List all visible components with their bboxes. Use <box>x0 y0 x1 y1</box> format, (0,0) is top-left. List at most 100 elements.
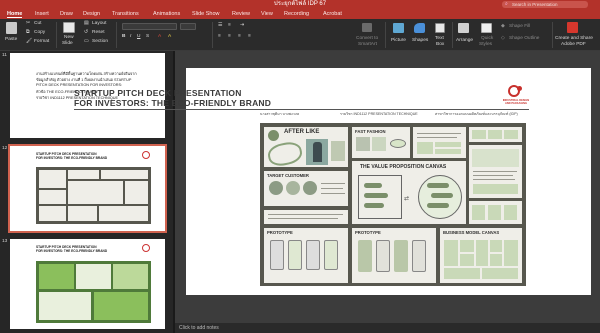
tab-draw[interactable]: Draw <box>60 9 73 19</box>
ribbon-divider <box>452 22 453 48</box>
highlight-icon[interactable]: A <box>168 34 171 40</box>
tab-animations[interactable]: Animations <box>153 9 180 19</box>
search-icon: ⌕ <box>505 1 508 7</box>
textbox-icon[interactable] <box>435 23 445 33</box>
font-size-select[interactable] <box>180 23 196 30</box>
section-button[interactable]: Section <box>92 39 108 45</box>
after-like-panel: AFTER LIKE <box>264 127 348 169</box>
underline-icon[interactable]: U <box>137 34 140 40</box>
fast-fashion-panel: FAST FASHION <box>352 127 410 158</box>
value-prop-label: THE VALUE PROPOSITION CANVAS <box>360 164 447 170</box>
shape-fill-icon[interactable]: ◆ <box>501 24 505 30</box>
justify-icon[interactable]: ≡ <box>248 34 251 40</box>
shape-outline-icon[interactable]: ◇ <box>501 36 505 42</box>
search-input[interactable]: ⌕ Search in Presentation <box>502 1 588 8</box>
slide-thumbnail-13[interactable]: STARTUP PITCH DECK PRESENTATION FOR INVE… <box>10 239 165 329</box>
paste-button[interactable]: Paste <box>5 37 17 43</box>
section-icon[interactable]: ▭ <box>84 39 89 45</box>
ribbon-divider <box>385 22 386 48</box>
copy-button[interactable]: Copy <box>34 30 45 36</box>
align-right-icon[interactable]: ≡ <box>238 34 241 40</box>
pitch-deck-poster-image[interactable]: AFTER LIKE FAST FASHION TARGET CUSTOMER … <box>260 123 526 286</box>
slide-course[interactable]: รายวิชา IND1112 PRESENTATION TECHNIQUE <box>340 111 418 117</box>
format-painter-button[interactable]: Format <box>34 39 49 45</box>
shape-fill-button[interactable]: Shape Fill <box>509 24 530 30</box>
idp-logo-icon <box>142 151 150 159</box>
search-placeholder: Search in Presentation <box>512 2 558 7</box>
quick-styles-label-2[interactable]: Styles <box>479 42 492 48</box>
cut-button[interactable]: Cut <box>34 21 41 27</box>
slide-panel <box>469 201 522 224</box>
layout-button[interactable]: Layout <box>92 21 106 27</box>
tab-review[interactable]: Review <box>232 9 250 19</box>
paste-icon[interactable] <box>6 22 17 34</box>
tab-slide-show[interactable]: Slide Show <box>192 9 220 19</box>
align-left-icon[interactable]: ≡ <box>218 34 221 40</box>
arrange-icon[interactable] <box>458 23 469 33</box>
cut-icon[interactable]: ✂ <box>26 21 30 27</box>
prototype-panel: PROTOTYPE <box>352 228 436 283</box>
convert-label-2[interactable]: SmartArt <box>358 42 377 48</box>
convert-smartart-icon[interactable] <box>362 23 372 32</box>
slide-panel <box>264 210 348 224</box>
tab-acrobat[interactable]: Acrobat <box>323 9 342 19</box>
new-slide-label-2[interactable]: Slide <box>62 41 73 47</box>
shape-outline-button[interactable]: Shape Outline <box>509 36 539 42</box>
prototype-label: PROTOTYPE <box>355 230 381 235</box>
ribbon-divider <box>552 22 553 48</box>
picture-button[interactable]: Picture <box>391 38 406 44</box>
slide-panel <box>469 127 522 142</box>
prototype-panel: PROTOTYPE <box>264 228 348 283</box>
adobe-pdf-icon[interactable] <box>567 22 578 33</box>
indent-icon[interactable]: ⇥ <box>240 23 244 29</box>
format-painter-icon[interactable]: 🖌 <box>26 39 32 45</box>
slide-title-line-2[interactable]: FOR INVESTORS: THE ECO-FRIENDLY BRAND <box>74 98 271 108</box>
target-customer-panel: TARGET CUSTOMER <box>264 171 348 206</box>
shapes-icon[interactable] <box>414 23 425 33</box>
layout-icon[interactable]: ▤ <box>84 21 89 27</box>
brand-mark-icon <box>268 130 279 141</box>
tab-insert[interactable]: Insert <box>35 9 49 19</box>
tab-view[interactable]: View <box>261 9 273 19</box>
quick-styles-icon[interactable] <box>481 23 492 33</box>
textbox-label-2[interactable]: Box <box>436 42 444 48</box>
slide-number: 12 <box>2 146 8 151</box>
slide-author[interactable]: นางสาวชุติมา บางพงวงษ <box>260 111 299 117</box>
ribbon-divider <box>212 22 213 48</box>
title-bar: ประยุกต์ไฟล์ IDP 67 ⌕ Search in Presenta… <box>0 0 600 9</box>
slide-title-line-1[interactable]: STARTUP PITCH DECK PRESENTATION <box>74 88 242 98</box>
new-slide-icon[interactable] <box>63 22 75 33</box>
slide-number: 11 <box>2 53 7 58</box>
font-name-select[interactable] <box>122 23 177 30</box>
copy-icon[interactable]: ⧉ <box>26 30 29 36</box>
bullets-icon[interactable]: ☰ <box>218 23 222 29</box>
bold-icon[interactable]: B <box>122 34 125 40</box>
create-share-label-2[interactable]: Adobe PDF <box>561 42 586 48</box>
tab-design[interactable]: Design <box>83 9 100 19</box>
thumbnail-title: FOR INVESTORS: THE ECO-FRIENDLY BRAND <box>36 249 108 253</box>
thumbnail-poster <box>36 167 151 224</box>
slide-thumbnail-12[interactable]: STARTUP PITCH DECK PRESENTATION FOR INVE… <box>8 144 167 233</box>
numbering-icon[interactable]: ≡ <box>228 23 231 29</box>
shapes-button[interactable]: Shapes <box>412 38 428 44</box>
font-color-icon[interactable]: A <box>158 34 161 40</box>
picture-icon[interactable] <box>393 23 404 33</box>
align-center-icon[interactable]: ≡ <box>228 34 231 40</box>
italic-icon[interactable]: I <box>130 34 131 40</box>
after-like-label: AFTER LIKE <box>284 129 320 135</box>
reset-button[interactable]: Reset <box>92 30 105 36</box>
tab-recording[interactable]: Recording <box>284 9 309 19</box>
slide-program[interactable]: สาขาวิชาการออกแบบผลิตภัณฑ์และบรรจุภัณฑ์ … <box>435 111 518 117</box>
slide-number: 13 <box>2 239 8 244</box>
strikethrough-icon[interactable]: S <box>146 34 149 40</box>
notes-pane[interactable]: Click to add notes <box>175 323 600 333</box>
notes-placeholder[interactable]: Click to add notes <box>179 323 219 333</box>
target-customer-label: TARGET CUSTOMER <box>267 173 309 178</box>
arrange-button[interactable]: Arrange <box>456 38 473 44</box>
tab-home[interactable]: Home <box>7 9 23 19</box>
reset-icon[interactable]: ↺ <box>84 30 88 36</box>
slide-divider <box>74 109 529 110</box>
tab-transitions[interactable]: Transitions <box>112 9 139 19</box>
prototype-label: PROTOTYPE <box>267 230 293 235</box>
slide-panel <box>413 127 466 158</box>
